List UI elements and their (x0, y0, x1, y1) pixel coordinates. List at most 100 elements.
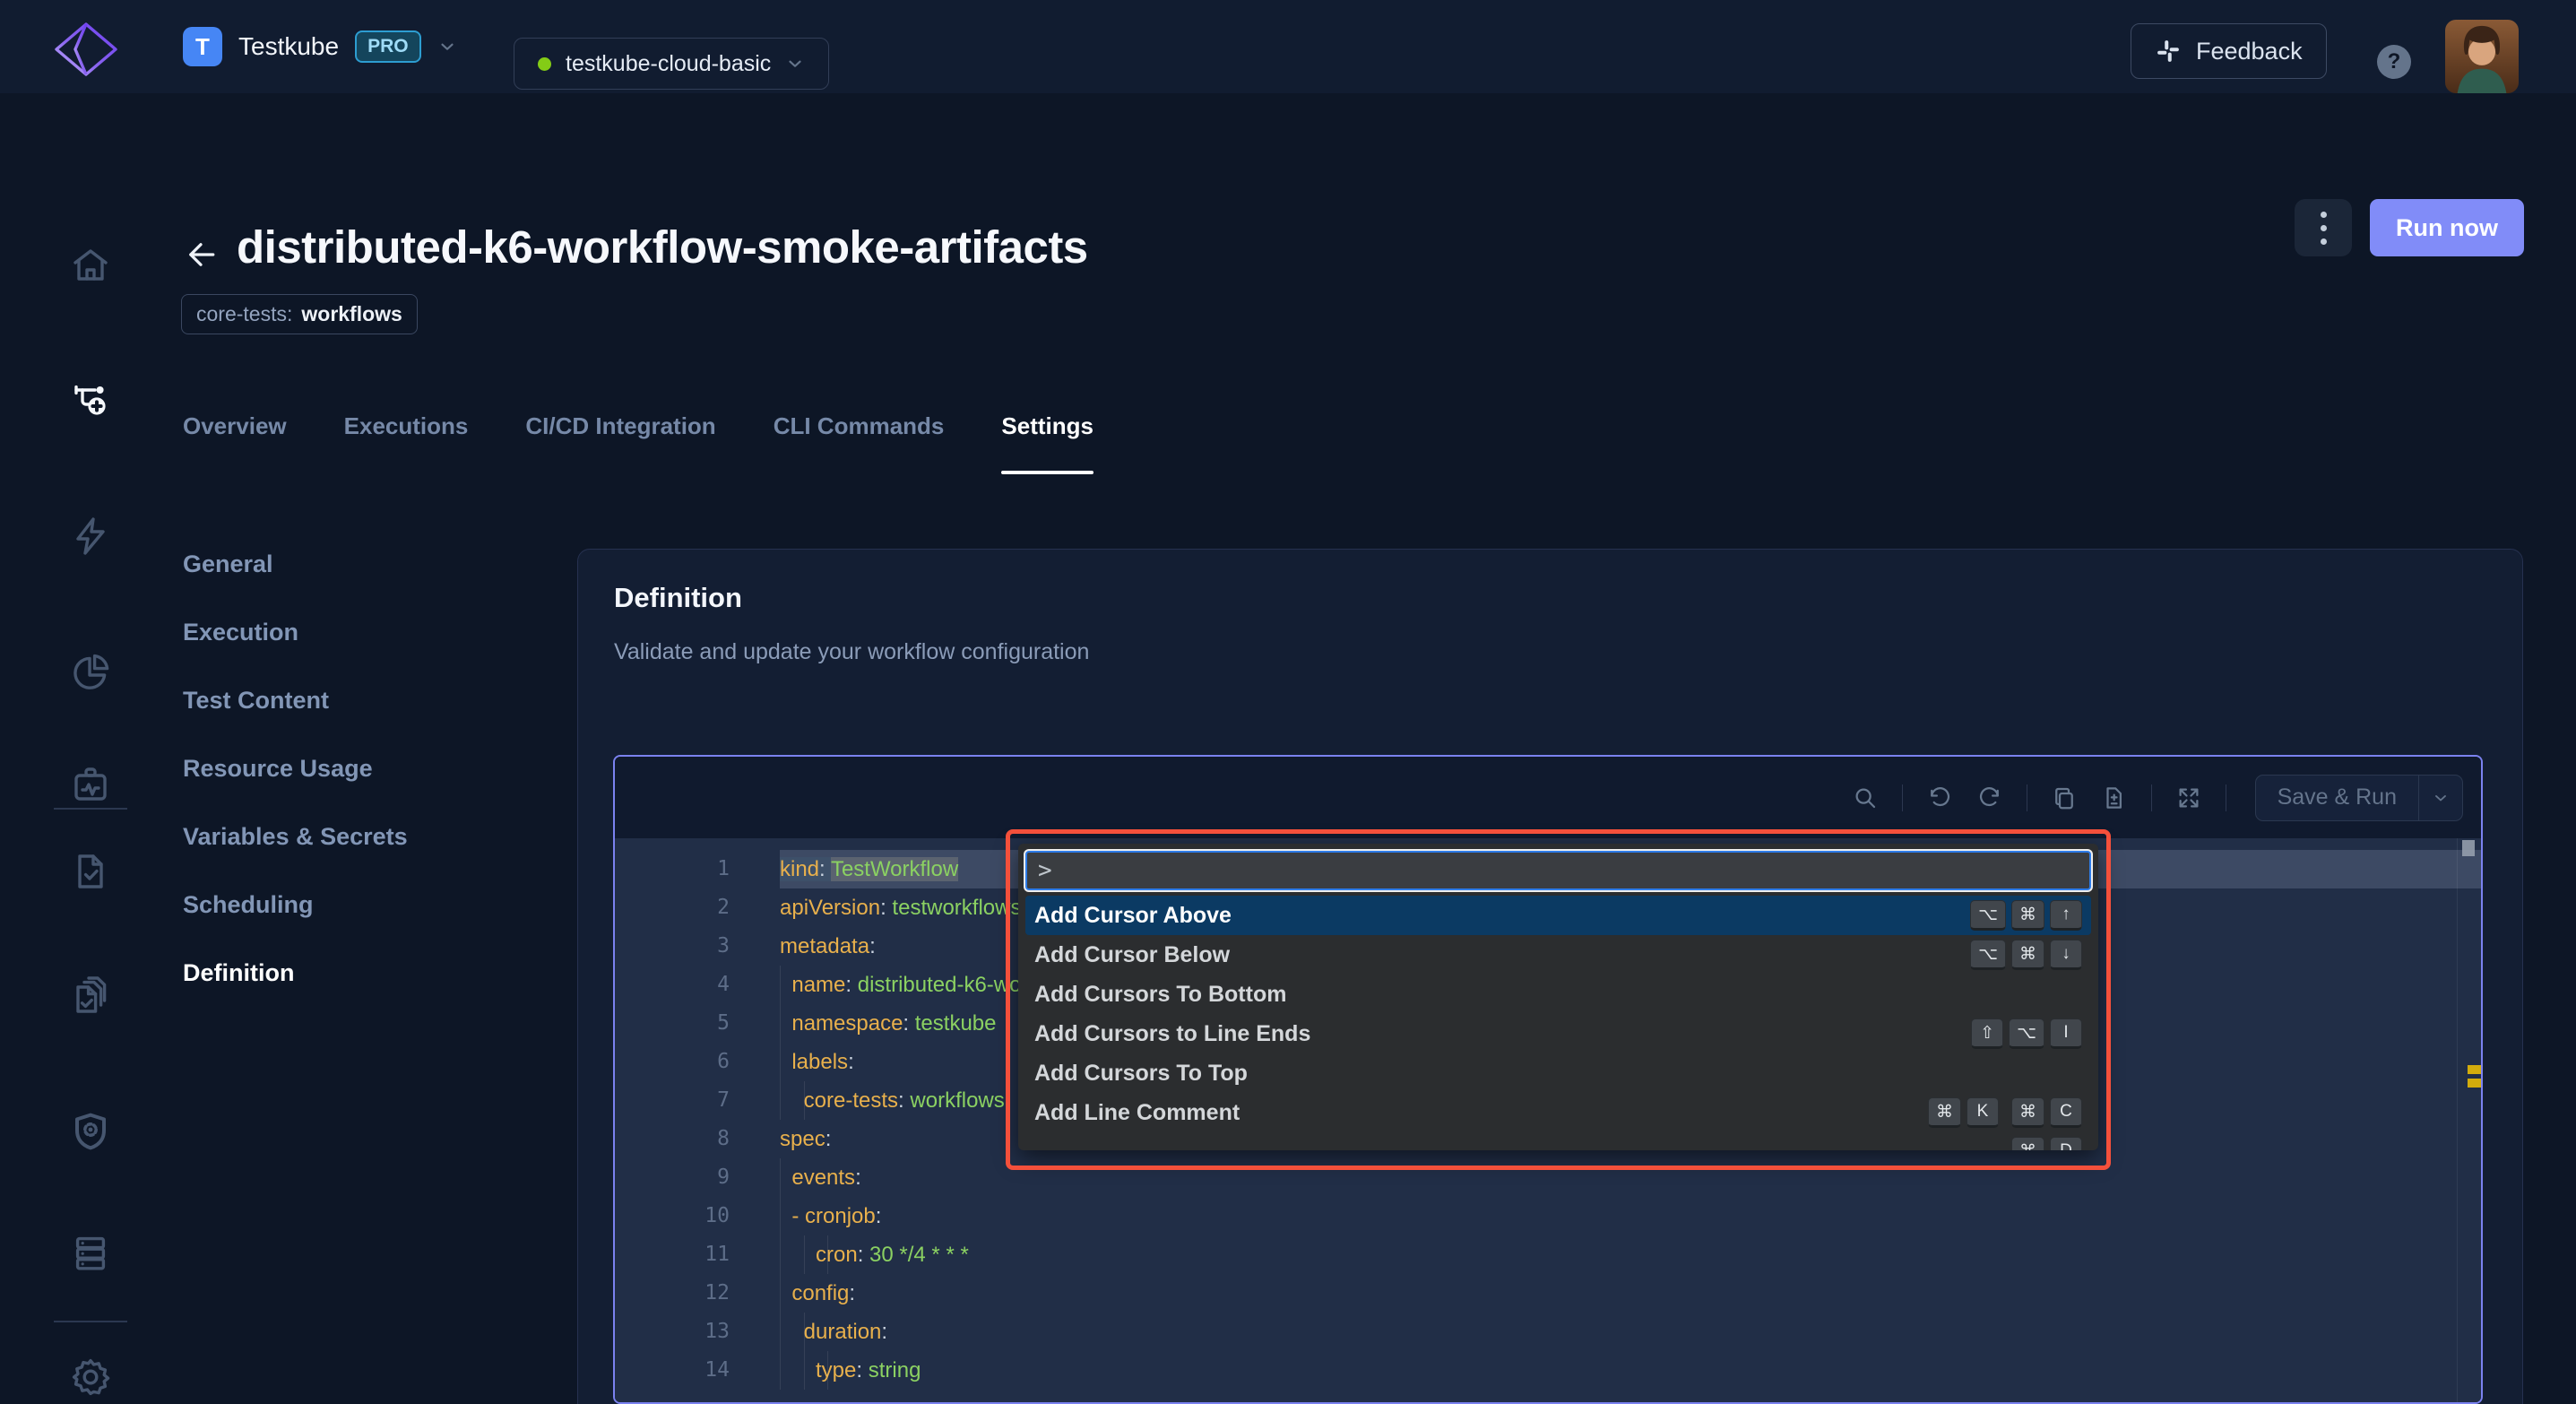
tab-overview[interactable]: Overview (183, 412, 287, 449)
settings-nav-test-content[interactable]: Test Content (183, 687, 408, 715)
settings-nav-variables-secrets[interactable]: Variables & Secrets (183, 823, 408, 851)
back-button[interactable] (183, 237, 219, 273)
tab-ci-cd-integration[interactable]: CI/CD Integration (525, 412, 715, 449)
slack-icon (2157, 40, 2179, 62)
arrow-left-icon (189, 243, 215, 266)
keycap: K (1967, 1097, 1999, 1128)
copy-icon[interactable] (2051, 784, 2078, 811)
line-number: 8 (717, 1127, 730, 1150)
keybinding: ⌘D (2011, 1137, 2082, 1150)
workflow-tabs: Overview Executions CI/CD Integration CLI C… (183, 412, 1094, 474)
sidebar-divider (54, 1321, 127, 1322)
palette-item-label: Add Cursors to Line Ends (1034, 1020, 1311, 1046)
indent-guide (780, 1158, 781, 1197)
code-line-11[interactable]: 11 cron: 30 */4 * * * (615, 1235, 2481, 1274)
panel-subtitle: Validate and update your workflow config… (614, 639, 1090, 664)
keycap: ⌥ (1970, 940, 2006, 970)
line-number: 4 (717, 973, 730, 996)
palette-item-add-cursors-to-bottom[interactable]: Add Cursors To Bottom (1025, 975, 2091, 1014)
sidebar-item-triggers[interactable] (69, 515, 112, 558)
save-and-run-button[interactable]: Save & Run (2254, 774, 2463, 821)
sidebar-item-settings[interactable] (69, 1356, 112, 1399)
label-value: workflows (301, 302, 402, 325)
indent-guide (780, 1081, 781, 1120)
line-number: 5 (717, 1011, 730, 1035)
keycap: ⌘ (2011, 940, 2044, 970)
indent-guide (803, 1351, 805, 1390)
user-avatar[interactable] (2445, 20, 2519, 93)
command-palette-input[interactable]: > (1025, 851, 2091, 890)
palette-item-add-cursor-below[interactable]: Add Cursor Below ⌥ ⌘ ↓ (1025, 935, 2091, 975)
gear-icon (72, 1358, 110, 1396)
tab-settings[interactable]: Settings (1001, 412, 1094, 474)
testkube-logo-icon[interactable] (52, 22, 120, 77)
line-number: 7 (717, 1088, 730, 1112)
palette-item-partial[interactable]: ⌘D (1025, 1132, 2091, 1150)
code-line-9[interactable]: 9 events: (615, 1158, 2481, 1197)
settings-nav-resource-usage[interactable]: Resource Usage (183, 755, 408, 783)
indent-guide (780, 1351, 781, 1390)
code-line-14[interactable]: 14 type: string (615, 1351, 2481, 1390)
plan-badge: PRO (355, 30, 421, 63)
keybinding: ⌥ ⌘ ↓ (1970, 940, 2082, 970)
sidebar-item-create-workflow[interactable] (69, 380, 112, 423)
palette-item-add-cursors-to-line-ends[interactable]: Add Cursors to Line Ends ⇧ ⌥ I (1025, 1014, 2091, 1053)
command-prompt: > (1038, 857, 1052, 884)
feedback-button[interactable]: Feedback (2131, 23, 2327, 79)
settings-nav-definition[interactable]: Definition (183, 959, 408, 987)
top-bar: T Testkube PRO testkube-cloud-basic Feed… (0, 0, 2576, 93)
sidebar-item-executors[interactable] (69, 1110, 112, 1153)
home-icon (73, 249, 108, 281)
settings-nav-scheduling[interactable]: Scheduling (183, 891, 408, 919)
more-actions-button[interactable] (2295, 199, 2352, 256)
scrollbar-track (2457, 838, 2458, 1402)
help-button[interactable]: ? (2377, 45, 2411, 79)
document-check-icon (78, 854, 103, 888)
code-line-10[interactable]: 10 - cronjob: (615, 1197, 2481, 1235)
keycap: ⌥ (1970, 900, 2006, 931)
sidebar-item-health[interactable] (69, 764, 112, 807)
indent-guide (780, 1313, 781, 1351)
scrollbar-thumb[interactable] (2462, 840, 2475, 856)
palette-item-label: Add Cursor Below (1034, 941, 1231, 967)
line-number: 3 (717, 934, 730, 958)
environment-status-dot (538, 56, 551, 71)
testkube-app: T Testkube PRO testkube-cloud-basic Feed… (0, 0, 2576, 1404)
keycap: ⌘ (2011, 1097, 2044, 1128)
palette-item-add-cursor-above[interactable]: Add Cursor Above ⌥ ⌘ ↑ (1025, 896, 2091, 935)
diff-document-icon[interactable] (2101, 784, 2128, 811)
command-palette: > Add Cursor Above ⌥ ⌘ ↑ Add Cursor Below ⌥ ⌘ ↓… (1018, 844, 2098, 1150)
search-icon[interactable] (1852, 784, 1879, 811)
indent-guide (780, 966, 781, 1004)
sidebar-item-tests[interactable] (69, 850, 112, 893)
palette-item-add-line-comment[interactable]: Add Line Comment ⌘ K ⌘ C (1025, 1093, 2091, 1132)
palette-item-label: Add Line Comment (1034, 1099, 1240, 1125)
sidebar-divider (54, 808, 127, 810)
palette-item-add-cursors-to-top[interactable]: Add Cursors To Top (1025, 1053, 2091, 1093)
org-name: Testkube (238, 32, 340, 60)
tab-executions[interactable]: Executions (344, 412, 469, 449)
code-line-12[interactable]: 12 config: (615, 1274, 2481, 1313)
save-and-run-label: Save & Run (2277, 784, 2397, 810)
redo-icon[interactable] (1976, 784, 2003, 811)
run-now-button[interactable]: Run now (2370, 199, 2524, 256)
avatar-image (2445, 20, 2519, 93)
org-switcher[interactable]: T Testkube PRO (183, 27, 457, 66)
keycap: ↓ (2050, 940, 2082, 970)
tab-cli-commands[interactable]: CLI Commands (774, 412, 945, 449)
environment-selector[interactable]: testkube-cloud-basic (514, 38, 830, 90)
undo-icon[interactable] (1926, 784, 1953, 811)
sidebar-item-sources[interactable] (69, 1232, 112, 1275)
sidebar-item-test-suites[interactable] (69, 974, 112, 1017)
documents-stack-check-icon (76, 976, 107, 1013)
sidebar-item-home[interactable] (69, 244, 112, 287)
settings-nav-general[interactable]: General (183, 550, 408, 578)
expand-icon[interactable] (2175, 784, 2202, 811)
line-number: 11 (705, 1243, 730, 1266)
modified-line-marker (2468, 1065, 2481, 1074)
settings-nav-execution[interactable]: Execution (183, 619, 408, 646)
indent-guide (780, 1043, 781, 1081)
save-and-run-dropdown[interactable] (2418, 775, 2462, 820)
code-line-13[interactable]: 13 duration: (615, 1313, 2481, 1351)
sidebar-item-insights[interactable] (69, 651, 112, 694)
